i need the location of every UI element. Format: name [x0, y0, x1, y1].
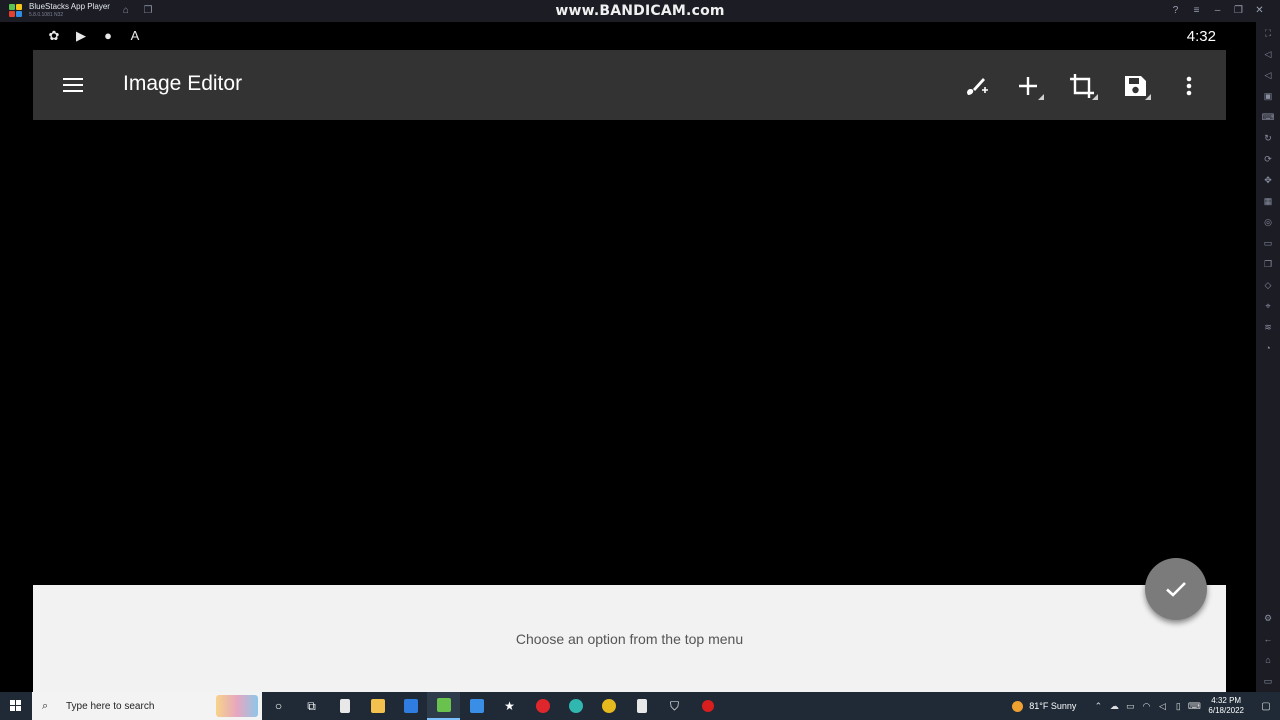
folder-icon[interactable]: ▭	[1261, 236, 1275, 250]
battery-icon[interactable]: ▯	[1170, 701, 1186, 712]
recent-apps-icon[interactable]: ▭	[1261, 674, 1275, 688]
keyboard-icon[interactable]: ⌨	[1261, 110, 1275, 124]
a-letter-icon: A	[130, 28, 140, 43]
back-icon[interactable]: ←	[1261, 632, 1275, 646]
macro-icon[interactable]: ▦	[1261, 194, 1275, 208]
windows-taskbar: ⌕ Type here to search ○ ⧉ ★ ⛉ 81°F Sunny…	[0, 692, 1280, 720]
status-time: 4:32	[1186, 28, 1216, 45]
search-icon: ⌕	[42, 700, 49, 712]
bluestacks-version: 5.8.0.1081 N32	[29, 12, 64, 18]
clock-date: 6/18/2022	[1208, 706, 1244, 715]
wifi-icon[interactable]: ◠	[1138, 701, 1154, 712]
language-icon[interactable]: ⌨	[1186, 701, 1202, 712]
layers-icon[interactable]: ≋	[1261, 320, 1275, 334]
search-placeholder: Type here to search	[66, 700, 155, 712]
save-icon[interactable]	[1118, 69, 1152, 103]
multi-instance-side-icon[interactable]: ❐	[1261, 257, 1275, 271]
network-icon[interactable]: ▭	[1122, 701, 1138, 712]
media-icon[interactable]: ▣	[1261, 89, 1275, 103]
system-tray: 81°F Sunny ⌃ ☁ ▭ ◠ ◁ ▯ ⌨ 4:32 PM 6/18/20…	[1012, 692, 1280, 720]
notepad-icon[interactable]	[625, 692, 658, 720]
security-icon[interactable]: ⛉	[658, 692, 691, 720]
multi-instance-icon[interactable]: ❐	[142, 5, 154, 17]
search-highlight-image	[216, 695, 258, 717]
android-screen: ✿ ▶ ● A 4:32 Image Editor Choose an opti…	[33, 22, 1226, 692]
bandicam-icon[interactable]	[691, 692, 724, 720]
rotate-icon[interactable]: ↻	[1261, 131, 1275, 145]
chat-bubble-icon: ●	[104, 28, 112, 43]
close-icon[interactable]: ✕	[1249, 0, 1270, 22]
menu-icon[interactable]: ≡	[1186, 0, 1207, 22]
notification-icons: ✿ ▶ ● A	[45, 27, 144, 45]
home-icon[interactable]: ⌂	[120, 5, 132, 17]
chrome-icon[interactable]	[592, 692, 625, 720]
taskbar-clock[interactable]: 4:32 PM 6/18/2022	[1208, 696, 1244, 716]
windows-start-icon[interactable]	[0, 692, 32, 720]
weather-sun-icon	[1012, 700, 1024, 712]
settings-icon[interactable]: ⚙	[1261, 611, 1275, 625]
image-canvas[interactable]	[33, 120, 1226, 585]
file-explorer-icon[interactable]	[361, 692, 394, 720]
crop-icon[interactable]	[1065, 69, 1099, 103]
screenshot-icon[interactable]: ◎	[1261, 215, 1275, 229]
bluestacks-multi-icon[interactable]	[394, 692, 427, 720]
restore-icon[interactable]: ❐	[1228, 0, 1249, 22]
bluestacks-title-bar: BlueStacks App Player 5.8.0.1081 N32 ⌂ ❐…	[0, 0, 1280, 22]
notification-center-icon[interactable]: ▢	[1256, 701, 1276, 712]
window-controls: ? ≡ – ❐ ✕	[1165, 0, 1270, 22]
hamburger-menu-icon[interactable]	[59, 71, 87, 99]
clock-time: 4:32 PM	[1211, 696, 1242, 705]
weather-text[interactable]: 81°F Sunny	[1029, 701, 1076, 711]
screen: BlueStacks App Player 5.8.0.1081 N32 ⌂ ❐…	[0, 0, 1280, 720]
onedrive-icon[interactable]: ☁	[1106, 701, 1122, 712]
bluestacks-app-label: BlueStacks App Player 5.8.0.1081 N32	[29, 2, 110, 20]
home-side-icon[interactable]: ⌂	[1261, 653, 1275, 667]
hint-text: Choose an option from the top menu	[515, 631, 744, 647]
edge-icon[interactable]	[559, 692, 592, 720]
cortana-icon[interactable]: ○	[262, 692, 295, 720]
task-view-icon[interactable]: ⧉	[295, 692, 328, 720]
fullscreen-icon[interactable]: ⛶	[1261, 26, 1275, 40]
file-icon[interactable]	[328, 692, 361, 720]
options-panel: Choose an option from the top menu	[33, 585, 1226, 692]
add-icon[interactable]	[1011, 69, 1045, 103]
volume-icon[interactable]: ◁	[1154, 701, 1170, 712]
bluestacks-logo-icon	[9, 4, 23, 18]
shake-icon[interactable]: ◔	[1261, 341, 1275, 355]
gamepad-icon[interactable]: ✥	[1261, 173, 1275, 187]
star-app-icon[interactable]: ★	[493, 692, 526, 720]
bluestacks-sidebar: ⛶ ◁ ◁ ▣ ⌨ ↻ ⟳ ✥ ▦ ◎ ▭ ❐ ◇ ⌖ ≋ ◔ ⚙ ← ⌂ ▭	[1256, 22, 1280, 692]
android-status-bar: ✿ ▶ ● A 4:32	[33, 22, 1226, 50]
help-icon[interactable]: ?	[1165, 0, 1186, 22]
location-icon[interactable]: ⌖	[1261, 299, 1275, 313]
youtube-icon: ▶	[76, 28, 86, 43]
eco-mode-icon[interactable]: ◇	[1261, 278, 1275, 292]
bluestacks-taskbar-icon[interactable]	[427, 692, 460, 720]
sync-icon[interactable]: ⟳	[1261, 152, 1275, 166]
store-icon[interactable]	[460, 692, 493, 720]
brush-icon[interactable]	[958, 69, 992, 103]
volume-down-icon[interactable]: ◁	[1261, 68, 1275, 82]
bluestacks-app-name: BlueStacks App Player	[29, 2, 110, 11]
volume-up-icon[interactable]: ◁	[1261, 47, 1275, 61]
bandicam-watermark: www.BANDICAM.com	[555, 3, 725, 19]
confirm-button[interactable]	[1145, 558, 1207, 620]
chevron-up-icon[interactable]: ⌃	[1090, 701, 1106, 712]
opera-icon[interactable]	[526, 692, 559, 720]
check-icon	[1166, 582, 1186, 597]
settings-flower-icon: ✿	[48, 28, 60, 43]
minimize-icon[interactable]: –	[1207, 0, 1228, 22]
app-bar: Image Editor	[33, 50, 1226, 120]
taskbar-search[interactable]: ⌕ Type here to search	[32, 692, 262, 720]
page-title: Image Editor	[123, 72, 243, 95]
more-vert-icon[interactable]	[1172, 69, 1206, 103]
